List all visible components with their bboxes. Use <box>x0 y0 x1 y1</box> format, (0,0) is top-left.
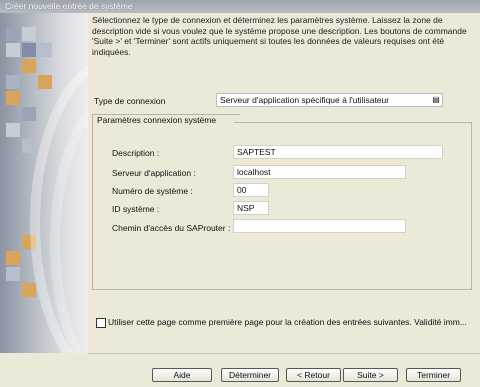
saprouter-label: Chemin d'accès du SAProuter : <box>112 223 231 233</box>
system-id-field[interactable]: NSP <box>233 201 269 215</box>
first-page-checkbox-label: Utiliser cette page comme première page … <box>108 317 467 327</box>
help-button[interactable]: Aide <box>152 368 212 382</box>
wizard-button-bar: Aide Déterminer < Retour Suite > Termine… <box>0 353 480 387</box>
dropdown-icon[interactable]: ▤ <box>431 95 441 105</box>
back-button[interactable]: < Retour <box>286 368 341 382</box>
connection-type-select[interactable]: Serveur d'application spécifique à l'uti… <box>216 93 443 107</box>
connection-type-label: Type de connexion <box>94 96 166 106</box>
description-label: Description : <box>112 148 160 158</box>
window-title: Créer nouvelle entrée de système <box>0 0 480 13</box>
app-server-label: Serveur d'application : <box>112 168 196 178</box>
determine-button[interactable]: Déterminer <box>221 368 279 382</box>
description-field[interactable]: SAPTEST <box>233 145 443 159</box>
intro-text: Sélectionnez le type de connexion et dét… <box>92 15 467 57</box>
wizard-side-image <box>0 13 88 353</box>
button-bar-divider <box>88 353 480 354</box>
system-id-label: ID système : <box>112 204 160 214</box>
saprouter-field[interactable] <box>233 219 406 233</box>
group-title: Paramètres connexion système <box>92 114 235 125</box>
first-page-checkbox[interactable] <box>96 318 106 328</box>
app-server-field[interactable]: localhost <box>233 165 406 179</box>
finish-button[interactable]: Terminer <box>406 368 461 382</box>
connection-type-value: Serveur d'application spécifique à l'uti… <box>220 95 390 105</box>
system-number-label: Numéro de système : <box>112 186 193 196</box>
next-button[interactable]: Suite > <box>343 368 398 382</box>
system-number-field[interactable]: 00 <box>233 183 269 197</box>
